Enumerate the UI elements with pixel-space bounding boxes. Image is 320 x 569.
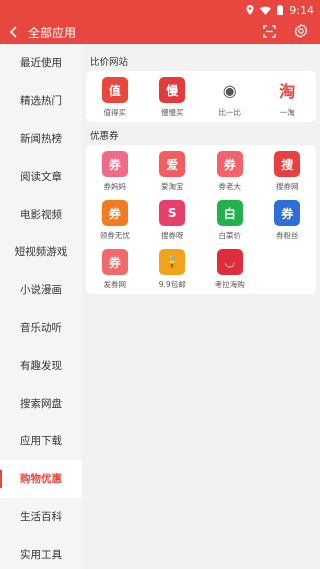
app-tile[interactable]: ◉ 比一比 xyxy=(201,77,259,118)
app-label: 券粉丝 xyxy=(276,231,299,240)
app-icon: 爱 xyxy=(159,151,186,177)
app-card: 券券妈妈爱爱淘宝券券老大搜搜券网券领券无忧 S 搜券呀白白菜价券券粉丝券发券网 🔒 9.… xyxy=(86,145,316,294)
page-title: 全部应用 xyxy=(28,25,77,40)
sidebar-item[interactable]: 实用工具 xyxy=(0,535,82,569)
app-tile[interactable]: 爱爱淘宝 xyxy=(144,151,202,192)
back-arrow-icon xyxy=(9,26,17,38)
app-label: 领券无忧 xyxy=(99,231,130,240)
status-bar: 9:14 xyxy=(0,0,320,20)
scan-button[interactable] xyxy=(263,23,276,42)
app-label: 比一比 xyxy=(218,108,242,117)
sidebar-item[interactable]: 电影视频 xyxy=(0,195,82,233)
app-tile[interactable]: 券券妈妈 xyxy=(86,151,144,192)
app-label: 券妈妈 xyxy=(103,182,127,191)
sidebar-item[interactable]: 新闻热榜 xyxy=(0,120,82,158)
app-tile[interactable]: 白白菜价 xyxy=(201,200,259,241)
app-card: 值值得买慢慢慢买 ◉ 比一比淘一淘 xyxy=(86,71,316,122)
app-icon: ◡ xyxy=(216,249,243,275)
app-icon: 🔒 xyxy=(159,249,186,275)
app-icon: 搜 xyxy=(274,151,301,177)
settings-button[interactable] xyxy=(294,23,308,42)
section-title: 优惠券 xyxy=(90,131,119,142)
app-label: 考拉海购 xyxy=(214,280,245,289)
sidebar-item[interactable]: 短视频游戏 xyxy=(0,233,82,271)
app-label: 慢慢买 xyxy=(161,108,184,117)
app-icon: 券 xyxy=(101,200,128,226)
app-icon: ◉ xyxy=(216,77,243,103)
app-icon: S xyxy=(159,200,186,226)
app-label: 9.9包邮 xyxy=(158,280,186,289)
battery-icon xyxy=(277,5,284,15)
sidebar-item[interactable]: 生活百科 xyxy=(0,498,82,536)
wifi-icon xyxy=(260,6,272,15)
app-tile[interactable]: 值值得买 xyxy=(86,77,144,118)
sidebar-item[interactable]: 有趣发现 xyxy=(0,346,82,384)
app-tile[interactable]: 🔒 9.9包邮 xyxy=(144,249,202,290)
app-label: 券老大 xyxy=(218,182,242,191)
app-tile[interactable]: 券领券无忧 xyxy=(86,200,144,241)
back-button[interactable] xyxy=(2,20,26,44)
app-icon: 券 xyxy=(274,200,301,226)
app-label: 值得买 xyxy=(103,108,127,117)
app-icon: 值 xyxy=(101,77,128,103)
app-label: 爱淘宝 xyxy=(161,182,184,191)
sidebar-item[interactable]: 搜索网盘 xyxy=(0,384,82,422)
app-bar: 全部应用 xyxy=(0,20,320,44)
app-label: 搜券网 xyxy=(276,182,299,191)
app-icon: 慢 xyxy=(159,77,186,103)
app-label: 白菜价 xyxy=(218,231,242,240)
app-tile[interactable]: 券发券网 xyxy=(86,249,144,290)
app-label: 一淘 xyxy=(279,108,295,117)
app-label: 发券网 xyxy=(103,280,127,289)
sidebar-item[interactable]: 精选热门 xyxy=(0,82,82,120)
app-icon: 淘 xyxy=(274,77,301,103)
scan-icon xyxy=(263,24,276,38)
sidebar-item[interactable]: 最近使用 xyxy=(0,44,82,82)
status-time: 9:14 xyxy=(289,3,314,17)
category-sidebar: 最近使用 精选热门 新闻热榜 阅读文章 电影视频 短视频游戏 小说漫画 音乐动听 有趣发现 搜索网… xyxy=(0,44,82,569)
app-icon: 白 xyxy=(216,200,243,226)
app-label: 搜券呀 xyxy=(161,231,184,240)
sidebar-item[interactable]: 阅读文章 xyxy=(0,157,82,195)
app-tile[interactable]: 券券粉丝 xyxy=(259,200,317,241)
app-icon: 券 xyxy=(216,151,243,177)
app-icon: 券 xyxy=(101,249,128,275)
app-tile[interactable]: 搜搜券网 xyxy=(259,151,317,192)
app-tile[interactable]: S 搜券呀 xyxy=(144,200,202,241)
app-tile[interactable]: ◡ 考拉海购 xyxy=(201,249,259,290)
app-tile[interactable]: 券券老大 xyxy=(201,151,259,192)
app-grid-panel: 比价网站值值得买慢慢慢买 ◉ 比一比淘一淘 优惠券券券妈妈爱爱淘宝券券老大搜搜券网券领… xyxy=(82,44,320,569)
sidebar-item[interactable]: 购物优惠 xyxy=(0,459,82,498)
sidebar-item[interactable]: 应用下载 xyxy=(0,422,82,460)
location-icon xyxy=(246,5,254,15)
app-tile[interactable]: 慢慢慢买 xyxy=(144,77,202,118)
section-title: 比价网站 xyxy=(90,57,129,68)
app-tile[interactable]: 淘一淘 xyxy=(259,77,317,118)
sidebar-item[interactable]: 小说漫画 xyxy=(0,271,82,309)
sidebar-item[interactable]: 音乐动听 xyxy=(0,309,82,347)
app-icon: 券 xyxy=(101,151,128,177)
gear-icon xyxy=(294,23,308,38)
